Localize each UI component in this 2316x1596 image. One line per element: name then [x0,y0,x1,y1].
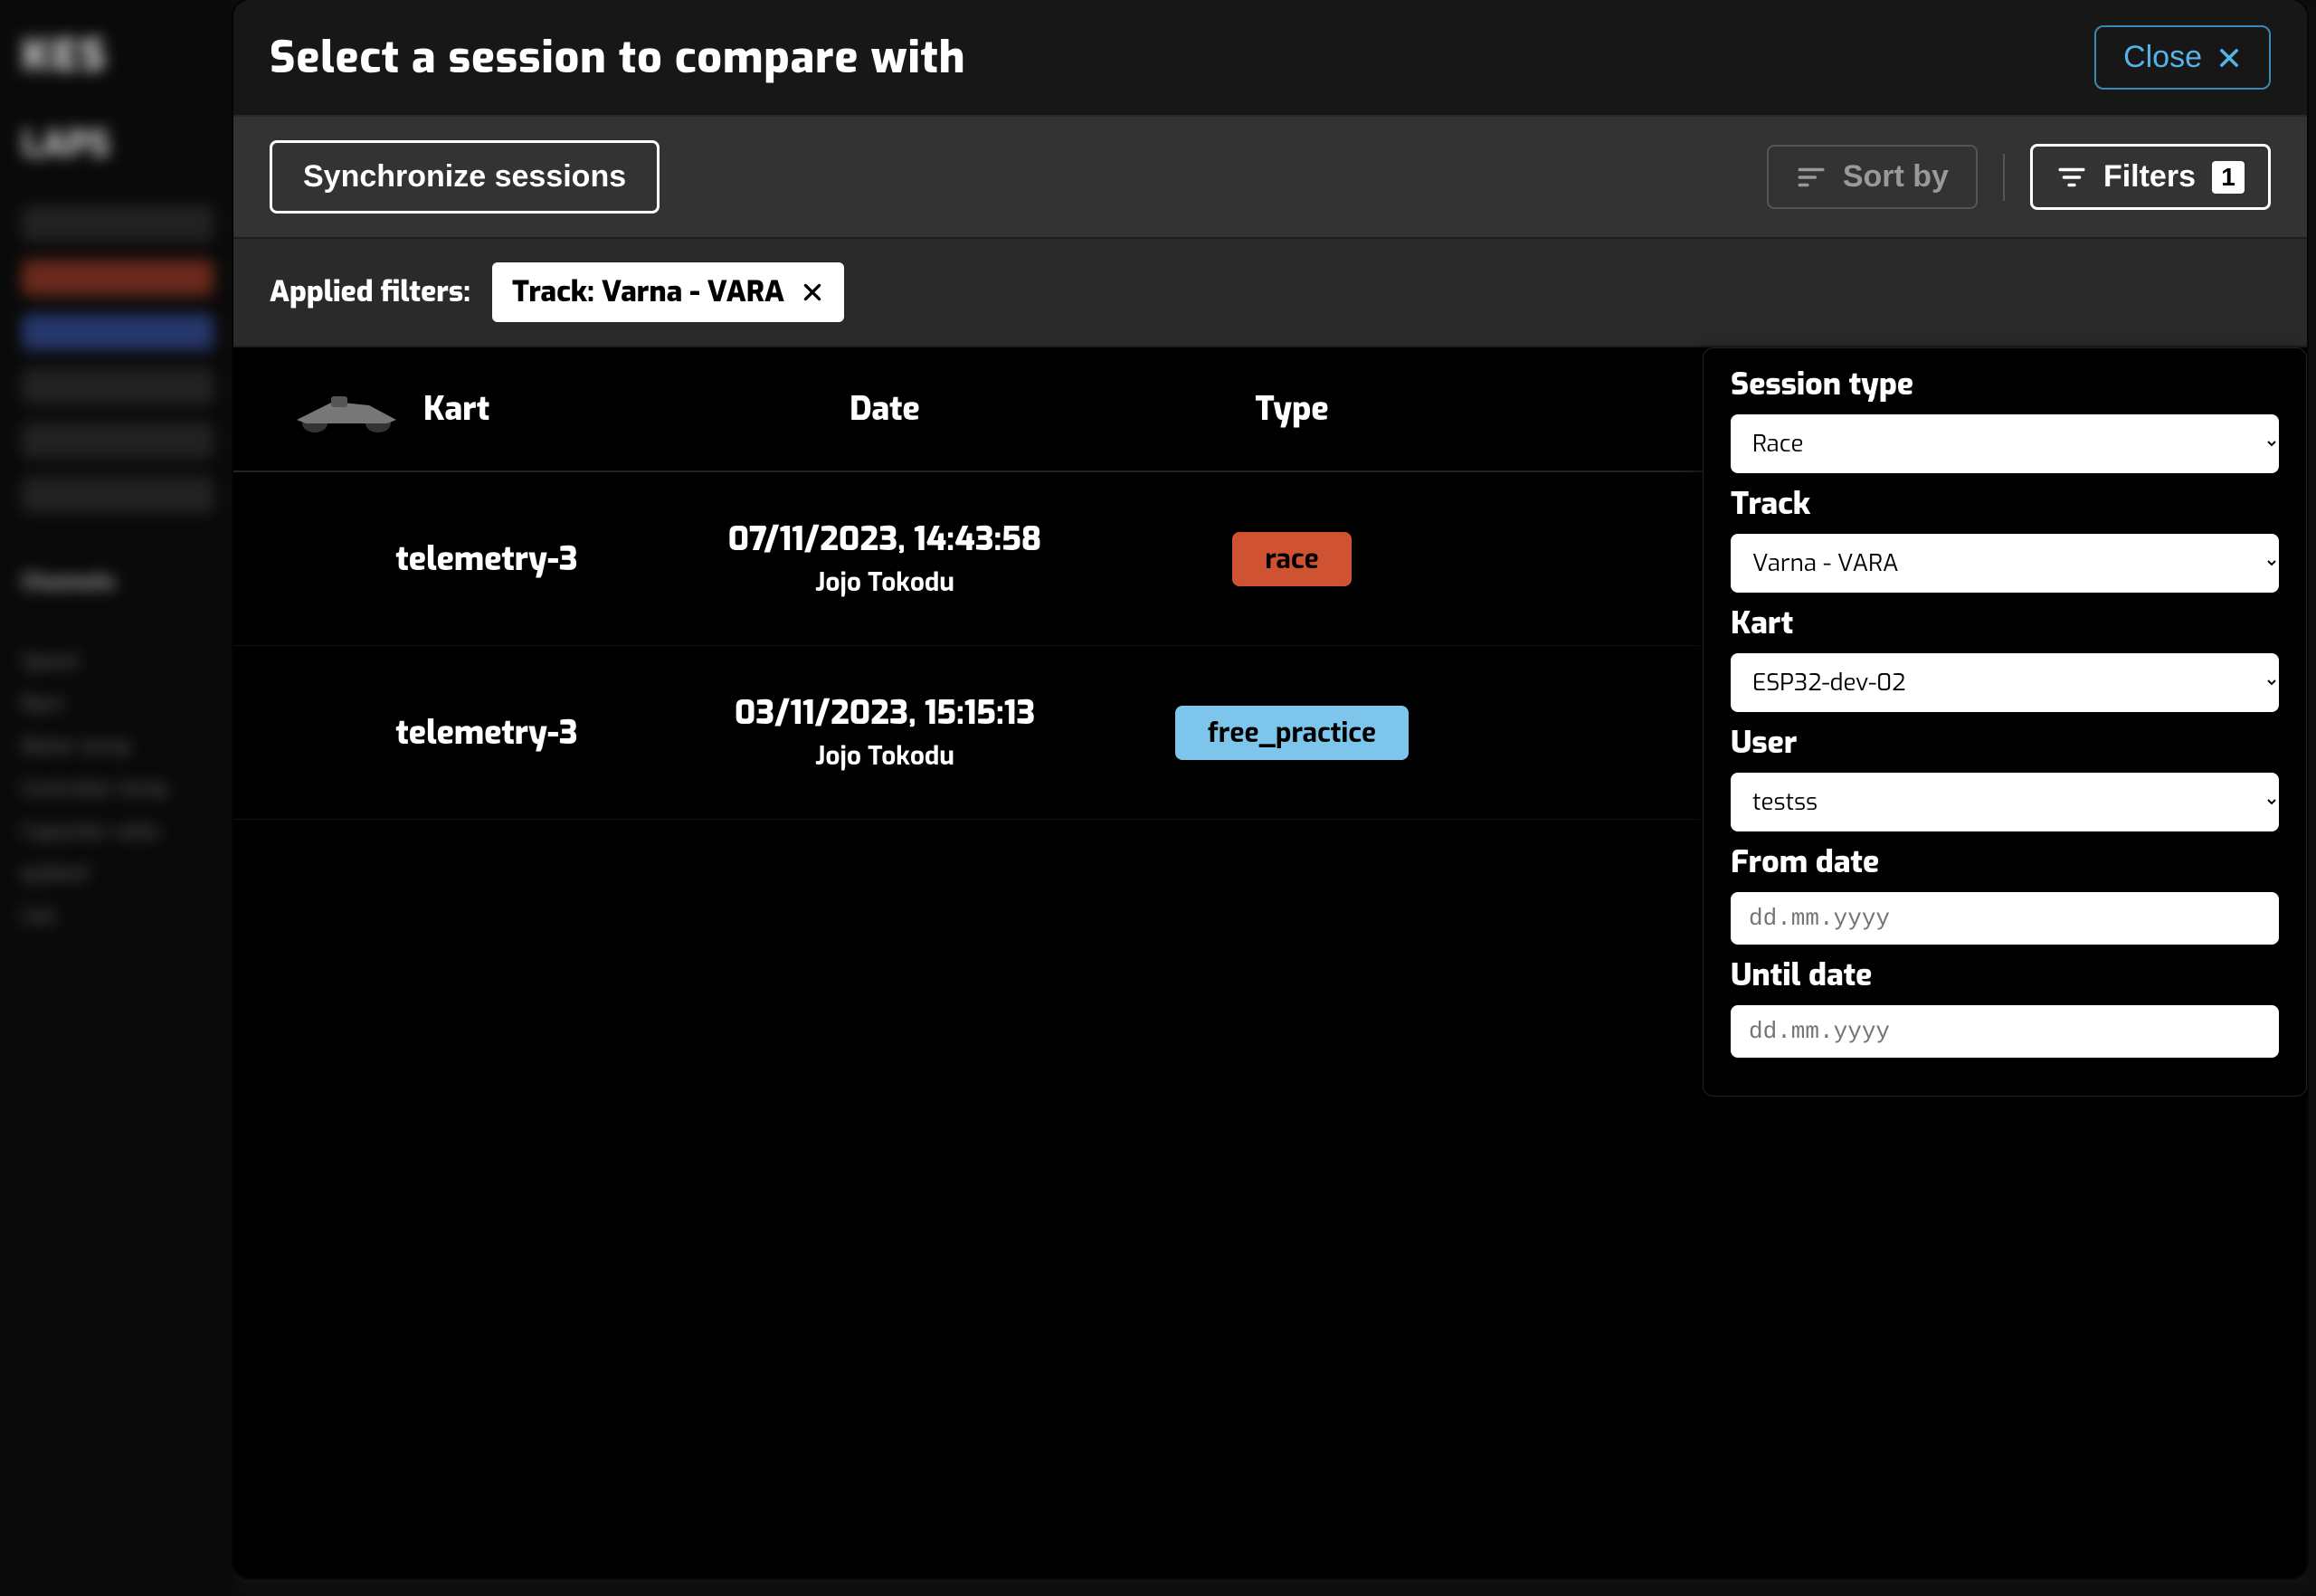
from-date-input[interactable] [1731,892,2279,945]
cell-datetime: 07/11/2023, 14:43:58 [686,518,1084,561]
cell-kart: telemetry-3 [288,537,686,581]
kart-label: Kart [1731,603,2279,644]
filter-chip-track[interactable]: Track: Varna - VARA [492,262,844,322]
sessions-table: Kart Date Type Laps telemetry-3 07/11/20… [233,347,2307,1578]
kart-illustration-icon [288,384,405,434]
track-select[interactable]: Varna - VARA [1731,534,2279,593]
cell-kart: telemetry-3 [288,711,686,755]
toolbar-divider [2003,154,2005,201]
modal-title: Select a session to compare with [270,29,965,87]
user-label: User [1731,723,2279,764]
filters-count-badge: 1 [2212,161,2245,194]
close-icon [2216,45,2242,71]
session-type-badge: free_practice [1175,706,1409,760]
kart-select[interactable]: ESP32-dev-02 [1731,653,2279,712]
sort-label: Sort by [1843,159,1949,195]
channel-item: Cell [22,904,214,930]
sidebar-section-title: LAPS [22,121,214,169]
col-header-date: Date [850,387,920,431]
cell-driver: Jojo Tokodu [686,566,1084,600]
session-type-badge: race [1232,532,1351,586]
remove-chip-icon[interactable] [801,280,824,304]
session-type-select[interactable]: Race [1731,414,2279,473]
track-label: Track [1731,484,2279,525]
close-button[interactable]: Close [2094,25,2271,90]
toolbar: Synchronize sessions Sort by Filters 1 [233,117,2307,239]
channel-item: Controller temp [22,776,214,803]
user-select[interactable]: testss [1731,773,2279,831]
filters-panel: Session type Race Track Varna - VARA Kar… [1703,347,2307,1097]
until-date-input[interactable] [1731,1005,2279,1058]
close-label: Close [2123,40,2202,75]
applied-filters-bar: Applied filters: Track: Varna - VARA [233,239,2307,347]
col-header-kart: Kart [423,387,489,431]
filter-icon [2056,162,2087,193]
cell-datetime: 03/11/2023, 15:15:13 [686,691,1084,735]
session-type-label: Session type [1731,365,2279,405]
channel-item: Motor temp [22,734,214,760]
filters-button[interactable]: Filters 1 [2030,144,2271,210]
app-logo: KES [22,27,214,85]
from-date-label: From date [1731,842,2279,883]
until-date-label: Until date [1731,955,2279,996]
applied-filters-label: Applied filters: [270,273,470,311]
modal-header: Select a session to compare with Close [233,0,2307,117]
channel-item: Iq/Idref [22,861,214,888]
channel-item: Speed [22,649,214,675]
channel-item: Capacitor volta [22,819,214,845]
channels-heading: Channels [22,567,214,596]
col-header-type: Type [1255,387,1328,431]
session-compare-modal: Select a session to compare with Close S… [233,0,2307,1578]
sort-by-button[interactable]: Sort by [1767,145,1978,209]
synchronize-sessions-button[interactable]: Synchronize sessions [270,140,660,214]
channel-item: Rpm [22,691,214,717]
filters-label: Filters [2103,159,2196,195]
filter-chip-text: Track: Varna - VARA [512,273,784,311]
cell-driver: Jojo Tokodu [686,740,1084,774]
sort-icon [1796,162,1827,193]
